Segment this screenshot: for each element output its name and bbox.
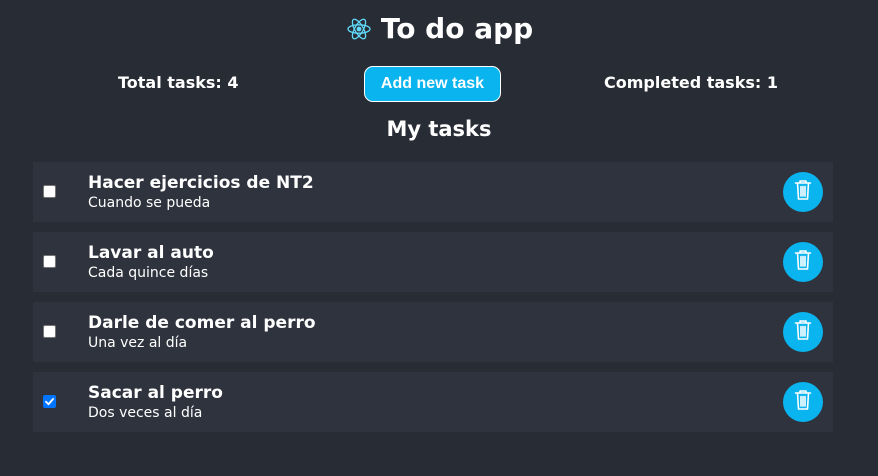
app-header: To do app xyxy=(0,0,878,64)
task-list: Hacer ejercicios de NT2 Cuando se pueda … xyxy=(33,162,833,442)
task-item: Hacer ejercicios de NT2 Cuando se pueda xyxy=(33,162,833,222)
task-title: Hacer ejercicios de NT2 xyxy=(88,173,314,193)
title-group: To do app xyxy=(0,12,878,45)
trash-icon xyxy=(793,319,813,345)
stats-bar: Total tasks: 4 Add new task Completed ta… xyxy=(0,64,878,104)
delete-task-button[interactable] xyxy=(783,312,823,352)
react-atom-icon xyxy=(345,15,373,43)
delete-task-button[interactable] xyxy=(783,242,823,282)
task-title: Sacar al perro xyxy=(88,383,223,403)
delete-task-button[interactable] xyxy=(783,382,823,422)
task-checkbox[interactable] xyxy=(43,185,56,198)
task-description: Cada quince días xyxy=(88,265,209,281)
trash-icon xyxy=(793,389,813,415)
trash-icon xyxy=(793,249,813,275)
task-description: Dos veces al día xyxy=(88,405,203,421)
task-title: Darle de comer al perro xyxy=(88,313,316,333)
section-title: My tasks xyxy=(386,117,492,141)
task-description: Cuando se pueda xyxy=(88,195,211,211)
task-description: Una vez al día xyxy=(88,335,188,351)
task-item: Sacar al perro Dos veces al día xyxy=(33,372,833,432)
completed-tasks-label: Completed tasks: 1 xyxy=(604,73,778,92)
task-title: Lavar al auto xyxy=(88,243,214,263)
task-checkbox[interactable] xyxy=(43,395,56,408)
task-item: Darle de comer al perro Una vez al día xyxy=(33,302,833,362)
trash-icon xyxy=(793,179,813,205)
task-checkbox[interactable] xyxy=(43,255,56,268)
task-checkbox[interactable] xyxy=(43,325,56,338)
delete-task-button[interactable] xyxy=(783,172,823,212)
task-item: Lavar al auto Cada quince días xyxy=(33,232,833,292)
add-task-button[interactable]: Add new task xyxy=(364,66,501,102)
total-tasks-label: Total tasks: 4 xyxy=(118,73,239,92)
app-title: To do app xyxy=(380,12,534,45)
